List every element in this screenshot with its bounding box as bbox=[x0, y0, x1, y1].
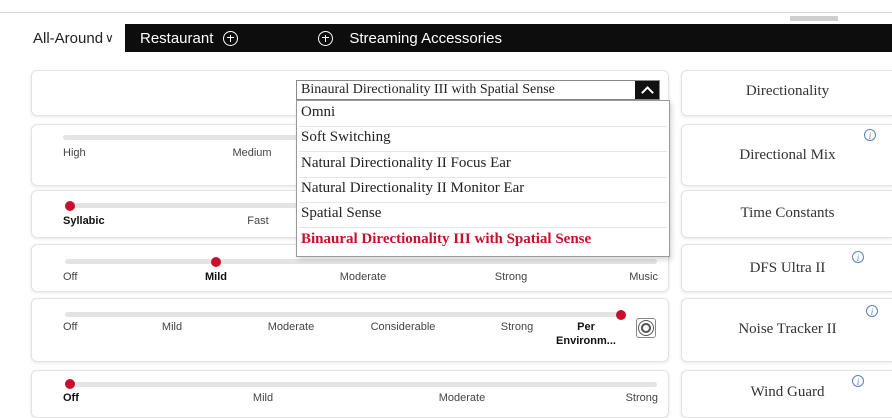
tab-restaurant[interactable]: Restaurant bbox=[125, 24, 239, 52]
option-spatial-sense[interactable]: Spatial Sense bbox=[301, 205, 381, 222]
option-natural-directionality-focus-ear[interactable]: Natural Directionality II Focus Ear bbox=[301, 155, 511, 172]
directional-mix-track[interactable] bbox=[63, 135, 323, 140]
noise-tracker-label: Noise Tracker II bbox=[738, 321, 837, 337]
add-streaming-icon[interactable] bbox=[318, 30, 334, 46]
window-grip[interactable] bbox=[790, 16, 838, 21]
option-divider bbox=[299, 151, 667, 152]
dfs-ultra-label: DFS Ultra II bbox=[749, 260, 826, 276]
directional-mix-tick-medium[interactable]: Medium bbox=[232, 147, 271, 159]
directional-mix-label: Directional Mix bbox=[739, 147, 836, 163]
tab-streaming-accessories[interactable]: Streaming Accessories bbox=[318, 24, 502, 52]
wind-guard-label: Wind Guard bbox=[750, 384, 825, 400]
tab-all-around-label: All-Around bbox=[33, 29, 104, 47]
dfs-ultra-tick-mild[interactable]: Mild bbox=[205, 271, 227, 283]
option-omni[interactable]: Omni bbox=[301, 104, 335, 121]
option-divider bbox=[299, 202, 667, 203]
dfs-ultra-label-card: DFS Ultra II i bbox=[681, 244, 892, 292]
wind-guard-tick-mild[interactable]: Mild bbox=[253, 392, 273, 404]
option-binaural-directionality-spatial-sense[interactable]: Binaural Directionality III with Spatial… bbox=[301, 231, 591, 248]
wind-guard-tick-strong[interactable]: Strong bbox=[626, 392, 658, 404]
dropdown-toggle-button[interactable] bbox=[635, 81, 659, 99]
chevron-down-icon: ∨ bbox=[105, 31, 114, 45]
noise-tracker-tick-off[interactable]: Off bbox=[63, 321, 77, 333]
directionality-dropdown-list: Omni Soft Switching Natural Directionali… bbox=[296, 100, 670, 257]
time-constants-track[interactable] bbox=[65, 203, 315, 208]
noise-tracker-tick-mild[interactable]: Mild bbox=[162, 321, 182, 333]
noise-tracker-label-card: Noise Tracker II i bbox=[681, 298, 892, 362]
time-constants-label: Time Constants bbox=[740, 205, 835, 221]
dfs-ultra-tick-music[interactable]: Music bbox=[629, 271, 658, 283]
noise-tracker-tick-moderate[interactable]: Moderate bbox=[268, 321, 314, 333]
wind-guard-slider-knob[interactable] bbox=[65, 379, 75, 389]
noise-tracker-tick-strong[interactable]: Strong bbox=[501, 321, 533, 333]
directional-mix-info-icon[interactable]: i bbox=[864, 129, 876, 141]
dfs-ultra-tick-strong[interactable]: Strong bbox=[495, 271, 527, 283]
dfs-ultra-tick-moderate[interactable]: Moderate bbox=[340, 271, 386, 283]
dfs-ultra-slider-knob[interactable] bbox=[211, 257, 221, 267]
wind-guard-tick-off[interactable]: Off bbox=[63, 392, 79, 404]
wind-guard-info-icon[interactable]: i bbox=[852, 375, 864, 387]
noise-tracker-tick-per-env-line2[interactable]: Environm... bbox=[556, 335, 616, 347]
directionality-select[interactable]: Binaural Directionality III with Spatial… bbox=[296, 80, 660, 100]
noise-tracker-info-icon[interactable]: i bbox=[866, 305, 878, 317]
wind-guard-label-card: Wind Guard i bbox=[681, 370, 892, 418]
directionality-select-value: Binaural Directionality III with Spatial… bbox=[301, 82, 555, 97]
noise-tracker-tick-considerable[interactable]: Considerable bbox=[371, 321, 436, 333]
time-constants-label-card: Time Constants bbox=[681, 190, 892, 238]
option-divider bbox=[299, 227, 667, 228]
chevron-up-icon bbox=[640, 85, 654, 99]
noise-tracker-tick-per-env-line1[interactable]: Per bbox=[577, 321, 595, 333]
directional-mix-tick-high[interactable]: High bbox=[63, 147, 86, 159]
noise-tracker-track[interactable] bbox=[65, 312, 625, 317]
directionality-label: Directionality bbox=[745, 83, 830, 99]
option-natural-directionality-monitor-ear[interactable]: Natural Directionality II Monitor Ear bbox=[301, 180, 524, 197]
directionality-label-card: Directionality bbox=[681, 70, 892, 116]
noise-tracker-settings-button[interactable] bbox=[636, 318, 656, 338]
dfs-ultra-track[interactable] bbox=[65, 259, 657, 264]
noise-tracker-slider-knob[interactable] bbox=[616, 310, 626, 320]
time-constants-tick-syllabic[interactable]: Syllabic bbox=[63, 215, 105, 227]
option-divider bbox=[299, 126, 667, 127]
wind-guard-card: Off Mild Moderate Strong bbox=[31, 370, 669, 418]
tab-restaurant-label: Restaurant bbox=[140, 29, 214, 47]
wind-guard-track[interactable] bbox=[65, 382, 657, 387]
tab-streaming-label: Streaming Accessories bbox=[349, 29, 502, 47]
top-divider bbox=[0, 12, 892, 13]
directional-mix-label-card: Directional Mix i bbox=[681, 124, 892, 186]
program-tab-bar: All-Around ∨ Restaurant Streaming Access… bbox=[27, 24, 892, 52]
noise-tracker-card: Off Mild Moderate Considerable Strong Pe… bbox=[31, 298, 669, 362]
gear-icon bbox=[641, 323, 651, 333]
option-divider bbox=[299, 177, 667, 178]
option-soft-switching[interactable]: Soft Switching bbox=[301, 129, 391, 146]
wind-guard-tick-moderate[interactable]: Moderate bbox=[439, 392, 485, 404]
dfs-ultra-tick-off[interactable]: Off bbox=[63, 271, 77, 283]
tab-all-around[interactable]: All-Around ∨ bbox=[27, 24, 125, 52]
time-constants-tick-fast[interactable]: Fast bbox=[247, 215, 268, 227]
add-program-icon[interactable] bbox=[223, 30, 239, 46]
dfs-ultra-info-icon[interactable]: i bbox=[852, 251, 864, 263]
time-constants-slider-knob[interactable] bbox=[65, 201, 75, 211]
